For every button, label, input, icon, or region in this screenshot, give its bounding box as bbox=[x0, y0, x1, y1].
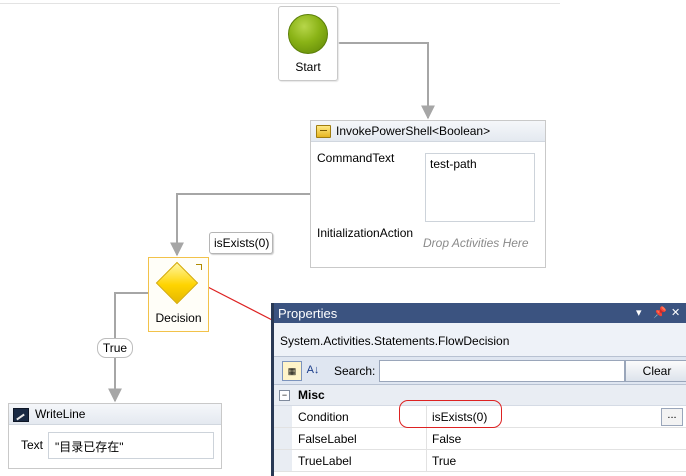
condition-highlight-annotation bbox=[399, 400, 502, 428]
property-name: TrueLabel bbox=[298, 454, 352, 468]
command-text-value: test-path bbox=[430, 157, 477, 171]
writeline-header: WriteLine bbox=[9, 404, 221, 425]
selected-type-header: System.Activities.Statements.FlowDecisio… bbox=[274, 323, 686, 357]
decision-condition-tag[interactable]: isExists(0) bbox=[209, 232, 273, 254]
property-value[interactable]: False bbox=[432, 432, 461, 446]
property-name: FalseLabel bbox=[298, 432, 357, 446]
row-gutter bbox=[274, 406, 292, 427]
true-branch-label[interactable]: True bbox=[97, 338, 133, 358]
property-value[interactable]: True bbox=[432, 454, 456, 468]
initialization-action-label: InitializationAction bbox=[317, 226, 414, 240]
invoke-header: InvokePowerShell<Boolean> bbox=[311, 121, 545, 142]
start-to-invoke-connector bbox=[337, 42, 435, 120]
start-label: Start bbox=[295, 60, 321, 74]
decision-node[interactable]: Decision bbox=[148, 257, 209, 332]
properties-title: Properties bbox=[278, 306, 338, 321]
true-branch-text: True bbox=[102, 341, 128, 355]
close-icon[interactable]: ✕ bbox=[671, 306, 680, 319]
condition-tag-text: isExists(0) bbox=[214, 236, 270, 250]
invoke-title: InvokePowerShell<Boolean> bbox=[336, 124, 491, 138]
decision-properties-pointer bbox=[199, 282, 277, 323]
command-text-label: CommandText bbox=[317, 151, 395, 165]
property-name: Condition bbox=[298, 410, 349, 424]
drop-activities-zone[interactable]: Drop Activities Here bbox=[423, 236, 529, 250]
property-grid: − Misc Condition isExists(0) ... FalseLa… bbox=[274, 385, 686, 476]
dropdown-icon[interactable]: ▾ bbox=[636, 306, 642, 319]
category-label: Misc bbox=[298, 388, 325, 402]
command-text-field[interactable]: test-path bbox=[425, 153, 535, 222]
properties-toolbar: ▦ A↓ Search: Clear bbox=[274, 357, 686, 385]
property-row-truelabel[interactable]: TrueLabel True bbox=[274, 450, 686, 472]
expand-corner-icon bbox=[196, 264, 202, 270]
sort-alphabetical-icon[interactable]: A↓ bbox=[304, 362, 322, 380]
column-separator bbox=[426, 428, 427, 449]
expression-editor-button[interactable]: ... bbox=[661, 408, 683, 426]
writeline-icon bbox=[13, 408, 29, 422]
selected-type-name: System.Activities.Statements.FlowDecisio… bbox=[280, 334, 510, 348]
writeline-title: WriteLine bbox=[35, 407, 86, 421]
decision-diamond-icon bbox=[155, 261, 199, 305]
decision-label: Decision bbox=[155, 311, 202, 325]
collapse-icon[interactable]: − bbox=[279, 390, 290, 401]
clear-button[interactable]: Clear bbox=[625, 360, 686, 382]
property-row-falselabel[interactable]: FalseLabel False bbox=[274, 428, 686, 450]
writeline-text-value: "目录已存在" bbox=[55, 440, 124, 454]
properties-titlebar: Properties ▾ 📌 ✕ bbox=[274, 303, 686, 323]
properties-panel: Properties ▾ 📌 ✕ System.Activities.State… bbox=[271, 303, 686, 476]
search-input[interactable] bbox=[379, 360, 625, 382]
row-gutter bbox=[274, 428, 292, 449]
start-node[interactable]: Start bbox=[278, 6, 338, 81]
writeline-activity[interactable]: WriteLine Text "目录已存在" bbox=[8, 403, 222, 469]
writeline-text-field[interactable]: "目录已存在" bbox=[48, 432, 214, 459]
pin-icon[interactable]: 📌 bbox=[653, 306, 667, 319]
powershell-icon bbox=[316, 125, 331, 138]
writeline-text-label: Text bbox=[21, 438, 44, 452]
column-separator bbox=[426, 450, 427, 471]
start-circle-icon bbox=[288, 14, 328, 54]
categorized-view-icon[interactable]: ▦ bbox=[282, 361, 302, 381]
row-gutter bbox=[274, 450, 292, 471]
invoke-powershell-activity[interactable]: InvokePowerShell<Boolean> CommandText te… bbox=[310, 120, 546, 268]
search-label: Search: bbox=[334, 364, 376, 378]
